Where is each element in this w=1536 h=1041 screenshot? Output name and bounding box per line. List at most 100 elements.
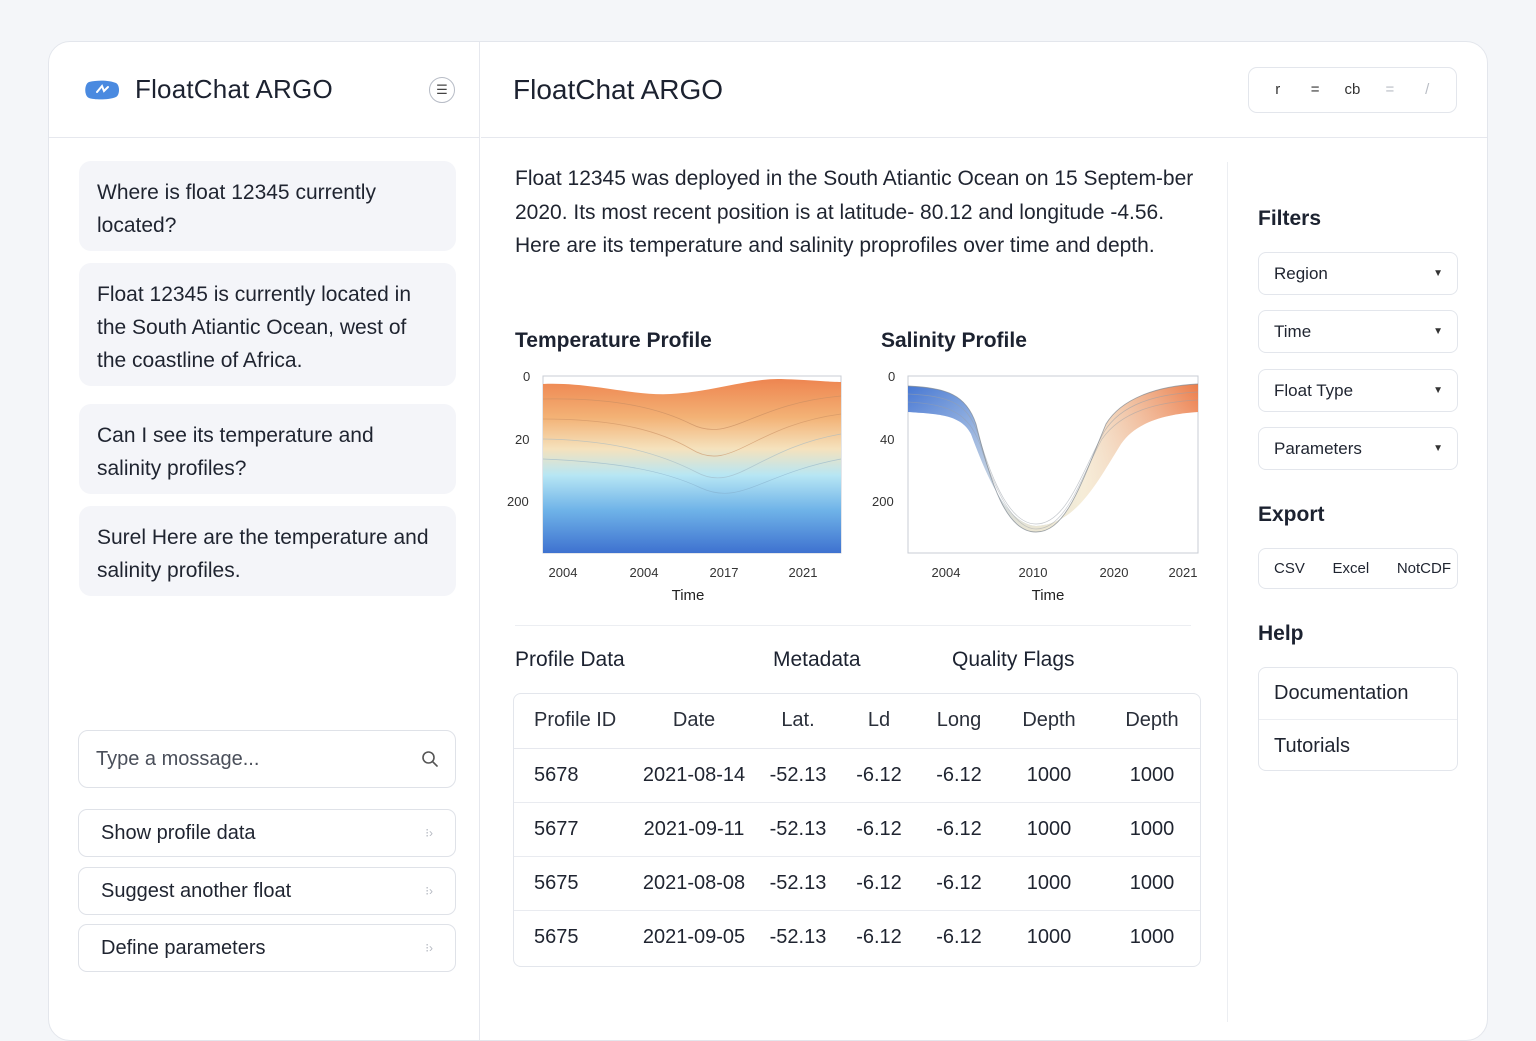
x-tick-label: 2017 xyxy=(710,565,739,580)
x-tick-label: 2004 xyxy=(549,565,578,580)
export-netcdf-button[interactable]: NotCDF xyxy=(1397,560,1451,577)
table-cell: 2021-08-14 xyxy=(626,748,762,803)
table-cell: 5677 xyxy=(514,802,626,857)
assistant-message: Float 12345 is currently located in the … xyxy=(79,263,456,386)
export-options: CSV Excel NotCDF xyxy=(1258,548,1458,589)
chevron-right-icon: ⁝› xyxy=(425,884,433,898)
x-axis-label: Time xyxy=(672,587,705,604)
filter-float-type-select[interactable]: Float Type ▼ xyxy=(1258,369,1458,412)
filter-region-select[interactable]: Region ▼ xyxy=(1258,252,1458,295)
y-tick-label: 0 xyxy=(888,369,895,384)
menu-icon[interactable]: ☰ xyxy=(429,76,455,103)
toolbar-button[interactable]: = xyxy=(1300,81,1330,98)
table-cell: -52.13 xyxy=(762,748,834,803)
table-cell: 1000 xyxy=(1104,802,1200,857)
sidebar-header: FloatChat ARGO ☰ xyxy=(49,42,479,138)
tutorials-link[interactable]: Tutorials xyxy=(1259,720,1457,770)
table-header-row: Profile ID Date Lat. Ld Long Depth Depth xyxy=(514,694,1200,749)
tab-metadata[interactable]: Metadata xyxy=(773,648,952,672)
documentation-link[interactable]: Documentation xyxy=(1259,668,1457,720)
table-cell: 1000 xyxy=(1129,925,1175,948)
x-tick-label: 2004 xyxy=(932,565,961,580)
export-excel-button[interactable]: Excel xyxy=(1332,560,1369,577)
table-cell: 5678 xyxy=(514,748,626,803)
x-tick-label: 2004 xyxy=(630,565,659,580)
chart-title: Salinity Profile xyxy=(881,329,1027,352)
suggestion-label: Define parameters xyxy=(101,936,266,959)
user-message: Can I see its temperature and salinity p… xyxy=(79,404,456,494)
toolbar-button[interactable]: / xyxy=(1412,81,1442,98)
table-cell: 1000 xyxy=(994,748,1104,803)
salinity-profile-chart: 0 40 200 2004 2010 2020 2021 Time xyxy=(872,369,1199,604)
y-tick-label: 40 xyxy=(880,432,894,447)
select-label: Float Type xyxy=(1274,380,1354,400)
column-header[interactable]: Date xyxy=(626,694,762,749)
filter-time-select[interactable]: Time ▼ xyxy=(1258,310,1458,353)
caret-down-icon: ▼ xyxy=(1433,385,1443,396)
page-title: FloatChat ARGO xyxy=(513,73,724,105)
export-title: Export xyxy=(1258,503,1325,526)
x-tick-label: 2021 xyxy=(789,565,818,580)
y-tick-label: 20 xyxy=(515,432,529,447)
column-header[interactable]: Depth xyxy=(1104,694,1200,749)
table-cell: -6.12 xyxy=(924,802,994,857)
table-cell: -52.13 xyxy=(762,802,834,857)
brand-name: FloatChat ARGO xyxy=(135,74,333,104)
toolbar: r = cb = / xyxy=(1248,66,1457,113)
chat-history: Where is float 12345 currently located? … xyxy=(79,161,456,608)
toolbar-button[interactable]: = xyxy=(1375,81,1405,98)
message-input[interactable] xyxy=(96,747,421,771)
export-csv-button[interactable]: CSV xyxy=(1274,560,1305,577)
caret-down-icon: ▼ xyxy=(1433,268,1443,279)
table-cell: -6.12 xyxy=(856,925,902,948)
message-input-box xyxy=(78,730,456,788)
table-row[interactable]: 5675 2021-08-08 -52.13 -6.12 -6.12 1000 … xyxy=(514,856,1200,911)
temperature-area xyxy=(543,378,841,553)
table-cell: -6.12 xyxy=(834,748,924,803)
help-title: Help xyxy=(1258,622,1304,645)
table-cell: 2021-09-05 xyxy=(642,925,746,948)
table-row[interactable]: 5675 2021-09-05 -52.13 -6.12 -6.12 1000 … xyxy=(514,910,1200,964)
table-cell: 1000 xyxy=(994,802,1104,857)
x-tick-label: 2020 xyxy=(1100,565,1129,580)
table-cell: 2021-08-08 xyxy=(626,856,762,911)
column-header[interactable]: Depth xyxy=(994,694,1104,749)
column-header[interactable]: Long xyxy=(924,694,994,749)
profile-data-table: Profile ID Date Lat. Ld Long Depth Depth… xyxy=(513,693,1201,967)
filter-parameters-select[interactable]: Parameters ▼ xyxy=(1258,427,1458,470)
chevron-right-icon: ⁝› xyxy=(425,826,433,840)
suggestion-label: Suggest another float xyxy=(101,879,292,902)
main-panel: FloatChat ARGO r = cb = / Float 12345 wa… xyxy=(481,42,1487,1040)
x-tick-label: 2010 xyxy=(1019,565,1048,580)
section-divider xyxy=(515,625,1191,626)
chevron-right-icon: ⁝› xyxy=(425,941,433,955)
toolbar-button[interactable]: r xyxy=(1263,81,1293,98)
table-row[interactable]: 5678 2021-08-14 -52.13 -6.12 -6.12 1000 … xyxy=(514,748,1200,803)
select-label: Parameters xyxy=(1274,438,1362,458)
caret-down-icon: ▼ xyxy=(1433,443,1443,454)
user-message: Where is float 12345 currently located? xyxy=(79,161,456,251)
select-label: Time xyxy=(1274,321,1312,341)
toolbar-button[interactable]: cb xyxy=(1337,81,1367,98)
table-cell: 2021-09-11 xyxy=(626,802,762,857)
response-summary: Float 12345 was deployed in the South At… xyxy=(515,167,1194,257)
table-row[interactable]: 5677 2021-09-11 -52.13 -6.12 -6.12 1000 … xyxy=(514,802,1200,857)
tab-profile-data[interactable]: Profile Data xyxy=(515,648,773,672)
column-header[interactable]: Ld xyxy=(834,694,924,749)
tab-quality-flags[interactable]: Quality Flags xyxy=(952,648,1075,672)
y-tick-label: 200 xyxy=(507,494,529,509)
x-axis-label: Time xyxy=(1032,587,1065,604)
filters-title: Filters xyxy=(1258,207,1322,230)
suggestion-another-float[interactable]: Suggest another float ⁝› xyxy=(78,867,456,915)
x-tick-label: 2021 xyxy=(1169,565,1198,580)
column-header[interactable]: Profile ID xyxy=(514,694,626,749)
filter-panel: Filters Region ▼ Time ▼ Float Type ▼ Par… xyxy=(1227,162,1487,1022)
column-header[interactable]: Lat. xyxy=(762,694,834,749)
suggestion-show-profile-data[interactable]: Show profile data ⁝› xyxy=(78,809,456,857)
caret-down-icon: ▼ xyxy=(1433,326,1443,337)
app-window: FloatChat ARGO ☰ Where is float 12345 cu… xyxy=(48,41,1488,1041)
suggestion-define-parameters[interactable]: Define parameters ⁝› xyxy=(78,924,456,972)
y-tick-label: 200 xyxy=(872,494,894,509)
search-icon[interactable] xyxy=(421,750,439,768)
table-cell: 1000 xyxy=(1026,925,1072,948)
